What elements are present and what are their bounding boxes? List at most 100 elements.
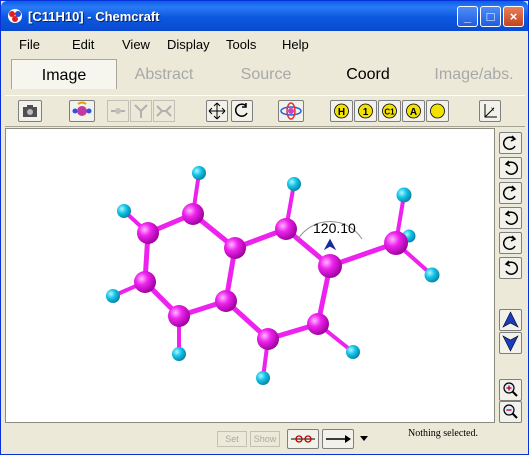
carbon-atom[interactable] [168, 305, 190, 327]
atom-labels-button[interactable]: A [402, 100, 425, 122]
arrow-mode-icon [326, 435, 351, 443]
rotate-x-neg-button[interactable] [499, 157, 522, 179]
camera-icon [23, 105, 37, 117]
rotate-ccw-icon [504, 210, 519, 225]
carbon-atom[interactable] [215, 290, 237, 312]
rotate-ccw-icon [504, 260, 519, 275]
carbon-atom[interactable] [257, 328, 279, 350]
label-c1-icon: C1 [382, 103, 397, 119]
bond-mode-button[interactable] [287, 429, 319, 449]
zoom-out-icon [503, 404, 518, 419]
set-button[interactable]: Set [217, 431, 247, 447]
label-a-text: A [410, 107, 417, 118]
rotate-cw-icon [502, 135, 517, 150]
hydrogen-labels-button[interactable]: H [330, 100, 353, 122]
menu-view[interactable]: View [122, 37, 150, 52]
rotate-z-neg-button[interactable] [499, 257, 522, 279]
carbon-atom[interactable] [318, 254, 342, 278]
menu-edit[interactable]: Edit [72, 37, 94, 52]
hydrogen-atom[interactable] [172, 347, 186, 361]
menu-tools[interactable]: Tools [226, 37, 256, 52]
carbon-atom[interactable] [134, 271, 156, 293]
angle-label: 120.10 [313, 220, 356, 236]
rotate-molecule-icon [72, 101, 92, 116]
move-down-button[interactable] [499, 332, 522, 354]
angle-tool-button[interactable] [130, 100, 152, 122]
dihedral-tool-button[interactable] [153, 100, 175, 122]
maximize-glyph: □ [486, 9, 495, 24]
carbon-atom[interactable] [384, 231, 408, 255]
menu-display[interactable]: Display [167, 37, 210, 52]
maximize-button[interactable]: □ [480, 6, 501, 27]
move-down-icon [502, 335, 519, 352]
rotate-x-pos-button[interactable] [499, 132, 522, 154]
tab-image-abs[interactable]: Image/abs. [423, 59, 525, 89]
rotate-y-pos-button[interactable] [499, 182, 522, 204]
angle-tool-icon [134, 104, 148, 118]
dropdown-arrow-icon[interactable] [359, 434, 369, 442]
move-up-button[interactable] [499, 309, 522, 331]
menu-bar: File Edit View Display Tools Help [1, 32, 528, 56]
tab-coord[interactable]: Coord [321, 59, 415, 89]
rotate-cw-icon [502, 185, 517, 200]
carbon-atom[interactable] [137, 222, 159, 244]
hydrogen-atoms [106, 166, 440, 385]
molecule-viewport[interactable]: 120.10 [5, 128, 495, 423]
bond-tool-button[interactable] [107, 100, 129, 122]
hydrogen-atom[interactable] [346, 345, 360, 359]
menu-help[interactable]: Help [282, 37, 309, 52]
tab-source[interactable]: Source [215, 59, 317, 89]
tab-image[interactable]: Image [11, 59, 117, 89]
rotate-view-button[interactable] [231, 100, 253, 122]
tab-abstract[interactable]: Abstract [117, 59, 211, 89]
svg-text:x: x [491, 107, 494, 113]
rotate-view-icon [234, 103, 248, 117]
carbon-atoms [134, 203, 408, 350]
camera-button[interactable] [18, 100, 42, 122]
arrow-mode-button[interactable] [322, 429, 354, 449]
axes-button[interactable]: x [479, 100, 501, 122]
carbon-atom[interactable] [224, 237, 246, 259]
fit-view-button[interactable] [206, 100, 228, 122]
molecule-view: 120.10 [106, 166, 440, 385]
rotate-y-neg-button[interactable] [499, 207, 522, 229]
carbon-atom[interactable] [275, 218, 297, 240]
app-window: [C11H10] - Chemcraft _ □ × File Edit Vie… [0, 0, 529, 455]
orbital-button[interactable] [278, 100, 304, 122]
hydrogen-atom[interactable] [287, 177, 301, 191]
zoom-in-icon [503, 382, 518, 397]
rotate-molecule-button[interactable] [69, 100, 95, 122]
bond-mode-icon [291, 435, 315, 443]
minimize-button[interactable]: _ [457, 6, 478, 27]
number-labels-button[interactable]: 1 [354, 100, 377, 122]
zoom-out-button[interactable] [499, 401, 522, 423]
carbon-atom[interactable] [307, 313, 329, 335]
close-glyph: × [509, 9, 518, 24]
label-h-icon: H [334, 103, 349, 119]
view-tabs: Image Abstract Source Coord Image/abs. [5, 59, 525, 89]
hydrogen-atom[interactable] [256, 371, 270, 385]
rotate-ccw-icon [504, 160, 519, 175]
hydrogen-atom[interactable] [396, 187, 412, 203]
rotate-z-pos-button[interactable] [499, 232, 522, 254]
cursor-arrow-icon [322, 237, 338, 252]
rotate-cw-icon [502, 235, 517, 250]
menu-file[interactable]: File [19, 37, 40, 52]
no-labels-button[interactable] [426, 100, 449, 122]
hydrogen-atom[interactable] [117, 204, 131, 218]
close-button[interactable]: × [503, 6, 524, 27]
toolbar: H 1 C1 A x [5, 95, 525, 127]
hydrogen-atom[interactable] [106, 289, 120, 303]
carbon-atom[interactable] [182, 203, 204, 225]
hydrogen-atom[interactable] [192, 166, 206, 180]
hydrogen-atom[interactable] [424, 267, 440, 283]
orbital-icon [280, 102, 302, 120]
title-bar[interactable]: [C11H10] - Chemcraft _ □ × [1, 1, 528, 31]
axes-icon: x [484, 104, 497, 118]
label-c1-text: C1 [384, 108, 395, 117]
window-title: [C11H10] - Chemcraft [28, 9, 160, 24]
label-number-icon: 1 [358, 103, 373, 119]
zoom-in-button[interactable] [499, 379, 522, 401]
show-button[interactable]: Show [250, 431, 280, 447]
element-number-labels-button[interactable]: C1 [378, 100, 401, 122]
